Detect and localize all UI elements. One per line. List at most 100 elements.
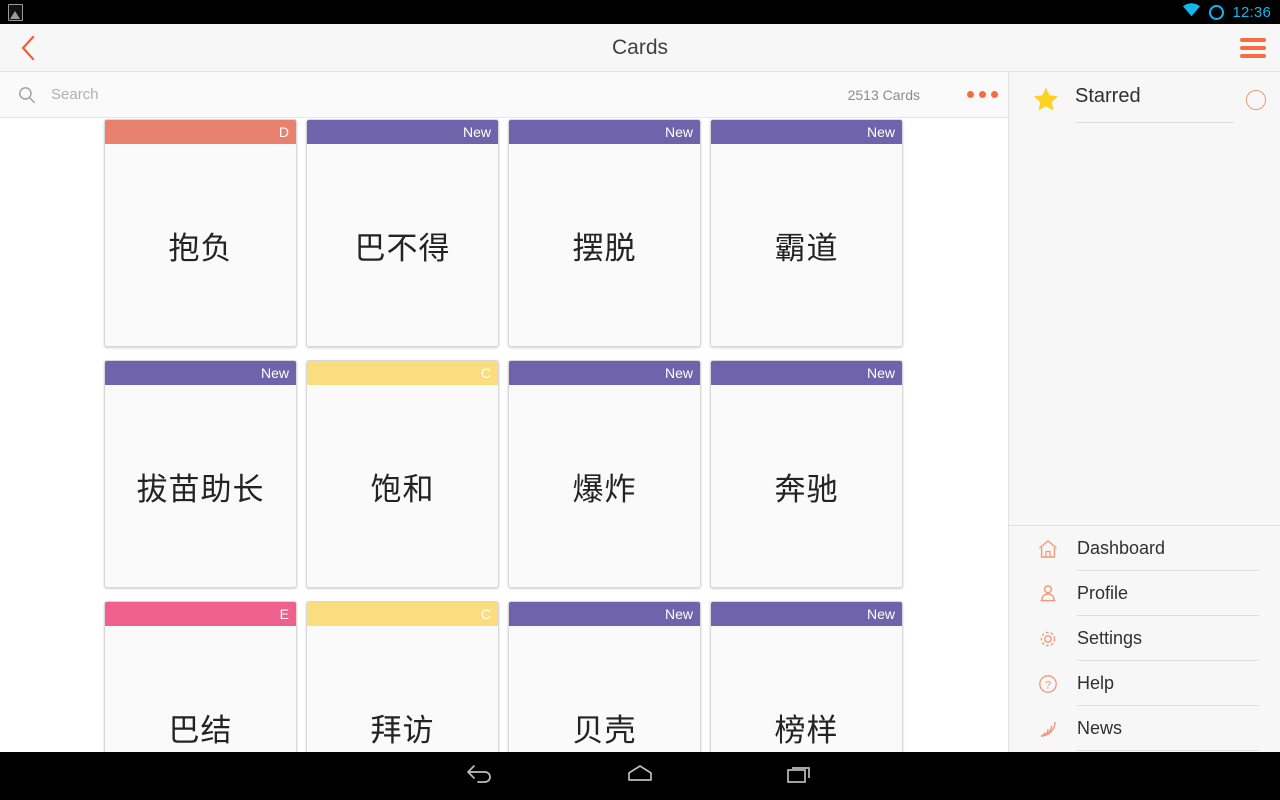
card[interactable]: C 拜访 xyxy=(306,601,499,752)
card-header: New xyxy=(711,602,902,626)
card-term: 榜样 xyxy=(774,712,839,749)
drawer-item-label: Settings xyxy=(1077,616,1259,661)
card[interactable]: New 榜样 xyxy=(710,601,903,752)
drawer-item-settings[interactable]: Settings xyxy=(1009,616,1280,661)
status-badge: New xyxy=(866,124,895,140)
starred-label: Starred xyxy=(1075,75,1234,123)
drawer-item-dashboard[interactable]: Dashboard xyxy=(1009,526,1280,571)
status-badge: C xyxy=(480,606,491,622)
card-term: 抱负 xyxy=(168,230,233,267)
home-icon xyxy=(1031,538,1065,560)
card-header: E xyxy=(105,602,296,626)
card[interactable]: D 抱负 xyxy=(104,119,297,347)
card[interactable]: New 摆脱 xyxy=(508,119,701,347)
card-body: 巴结 xyxy=(105,626,296,752)
card-body: 饱和 xyxy=(307,385,498,587)
card-term: 巴不得 xyxy=(354,230,451,267)
android-nav-bar xyxy=(0,752,1280,800)
status-badge: New xyxy=(664,124,693,140)
circle-toggle-icon[interactable] xyxy=(1246,90,1266,110)
card-header: New xyxy=(105,361,296,385)
card-body: 爆炸 xyxy=(509,385,700,587)
status-badge: New xyxy=(866,606,895,622)
card-header: C xyxy=(307,602,498,626)
android-home-icon xyxy=(625,763,655,790)
card-term: 奔驰 xyxy=(774,471,839,508)
card[interactable]: New 霸道 xyxy=(710,119,903,347)
status-badge: New xyxy=(664,606,693,622)
hamburger-bar-3 xyxy=(1240,53,1266,58)
search-input[interactable] xyxy=(51,86,848,103)
overflow-dot-2 xyxy=(978,91,986,98)
status-badge: New xyxy=(462,124,491,140)
overflow-dot-1 xyxy=(966,91,974,98)
card-term: 拜访 xyxy=(370,712,435,749)
hamburger-bar-1 xyxy=(1240,37,1266,42)
card-term: 拔苗助长 xyxy=(136,471,265,508)
drawer-item-news[interactable]: News xyxy=(1009,706,1280,751)
card-header: New xyxy=(509,120,700,144)
android-back-icon xyxy=(465,763,495,790)
drawer-item-help[interactable]: ? Help xyxy=(1009,661,1280,706)
card[interactable]: New 拔苗助长 xyxy=(104,360,297,588)
status-bar-left xyxy=(0,3,23,21)
drawer-item-label: News xyxy=(1077,706,1259,751)
status-badge: New xyxy=(260,365,289,381)
card[interactable]: New 奔驰 xyxy=(710,360,903,588)
card-header: C xyxy=(307,361,498,385)
back-button[interactable] xyxy=(0,24,56,72)
drawer-item-label: Dashboard xyxy=(1077,526,1259,571)
card-term: 饱和 xyxy=(370,471,435,508)
card[interactable]: E 巴结 xyxy=(104,601,297,752)
help-circle-icon: ? xyxy=(1031,673,1065,695)
card-term: 摆脱 xyxy=(572,230,637,267)
android-home-button[interactable] xyxy=(560,752,720,800)
right-drawer: Starred Dashboard Profile Settings ? Hel… xyxy=(1008,72,1280,752)
gear-icon xyxy=(1031,628,1065,650)
card-body: 奔驰 xyxy=(711,385,902,587)
card[interactable]: New 巴不得 xyxy=(306,119,499,347)
wifi-icon xyxy=(1182,2,1201,22)
card-row: New 拔苗助长 C 饱和 New 爆炸 New 奔驰 xyxy=(0,360,1008,601)
hamburger-bar-2 xyxy=(1240,45,1266,50)
card-body: 摆脱 xyxy=(509,144,700,346)
card[interactable]: New 贝壳 xyxy=(508,601,701,752)
android-recents-icon xyxy=(785,763,815,790)
card[interactable]: New 爆炸 xyxy=(508,360,701,588)
overflow-menu-icon[interactable] xyxy=(956,72,1008,118)
star-icon xyxy=(1029,86,1063,112)
card-header: New xyxy=(711,120,902,144)
svg-text:?: ? xyxy=(1045,679,1051,691)
action-bar: Cards xyxy=(0,24,1280,72)
rss-icon xyxy=(1031,718,1065,740)
android-recents-button[interactable] xyxy=(720,752,880,800)
card[interactable]: C 饱和 xyxy=(306,360,499,588)
card-body: 拔苗助长 xyxy=(105,385,296,587)
card-header: New xyxy=(509,361,700,385)
card-header: New xyxy=(509,602,700,626)
card-header: New xyxy=(307,120,498,144)
card-term: 霸道 xyxy=(774,230,839,267)
card-body: 贝壳 xyxy=(509,626,700,752)
card-row: D 抱负 New 巴不得 New 摆脱 New 霸道 xyxy=(0,119,1008,360)
card-term: 贝壳 xyxy=(572,712,637,749)
photo-icon xyxy=(8,3,23,21)
card-header: D xyxy=(105,120,296,144)
hamburger-menu-icon[interactable] xyxy=(1226,24,1280,72)
card-header: New xyxy=(711,361,902,385)
card-body: 巴不得 xyxy=(307,144,498,346)
status-bar-clock: 12:36 xyxy=(1232,3,1271,21)
card-body: 榜样 xyxy=(711,626,902,752)
status-badge: New xyxy=(664,365,693,381)
person-icon xyxy=(1031,583,1065,605)
starred-row[interactable]: Starred xyxy=(1009,72,1280,126)
card-count-label: 2513 Cards xyxy=(847,86,920,103)
circle-status-icon xyxy=(1209,4,1225,20)
android-back-button[interactable] xyxy=(400,752,560,800)
drawer-menu: Dashboard Profile Settings ? Help News xyxy=(1009,526,1280,752)
status-bar: 12:36 xyxy=(0,0,1280,24)
card-grid[interactable]: D 抱负 New 巴不得 New 摆脱 New 霸道 New 拔苗助长 C 饱和 New 爆炸 New 奔驰 E… xyxy=(0,119,1008,752)
card-body: 拜访 xyxy=(307,626,498,752)
drawer-item-profile[interactable]: Profile xyxy=(1009,571,1280,616)
card-term: 爆炸 xyxy=(572,471,637,508)
